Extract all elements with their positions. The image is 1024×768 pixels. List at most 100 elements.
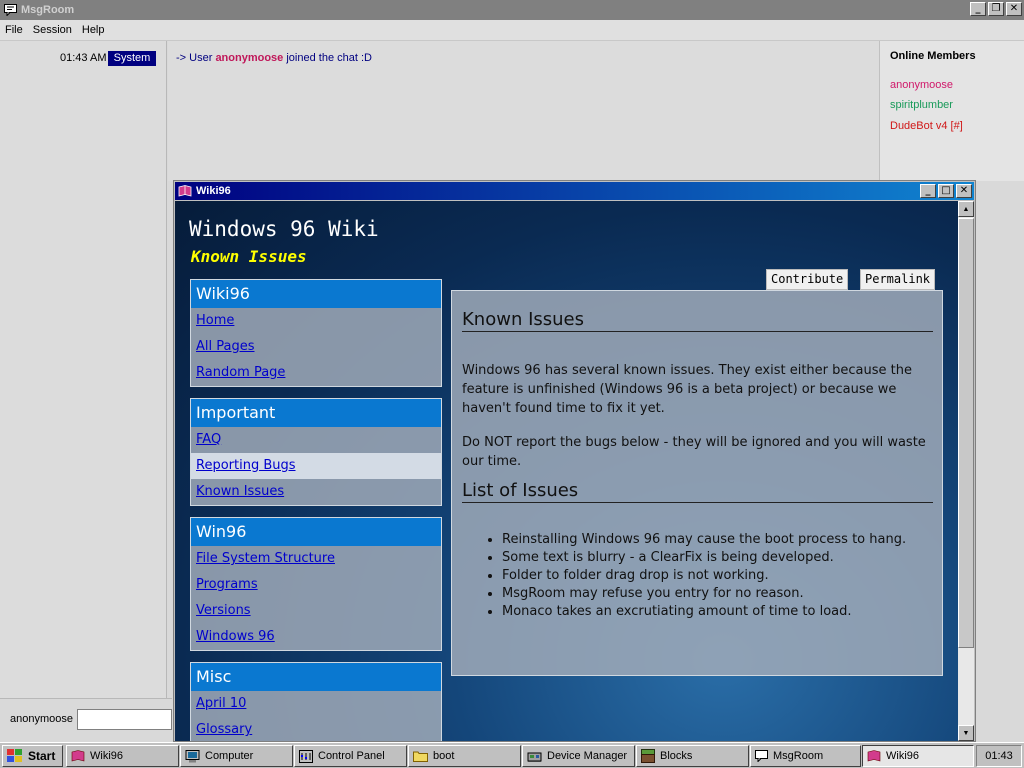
nav-link-random-page[interactable]: Random Page — [191, 360, 441, 386]
maximize-button[interactable]: ❐ — [988, 2, 1004, 16]
nav-link-programs[interactable]: Programs — [191, 572, 441, 598]
control-panel-icon — [299, 749, 313, 763]
close-button[interactable]: ✕ — [1006, 2, 1022, 16]
taskbar-clock: 01:43 — [976, 745, 1022, 767]
online-members-panel: Online Members anonymoose spiritplumber … — [879, 41, 1024, 181]
start-button[interactable]: Start — [2, 745, 63, 767]
wiki96-titlebar[interactable]: Wiki96 _ □ ✕ — [175, 182, 974, 200]
taskbar-item-label: MsgRoom — [773, 750, 824, 762]
blocks-icon — [641, 749, 655, 763]
wiki96-window: Wiki96 _ □ ✕ Windows 96 Wiki Known Issue… — [173, 180, 976, 742]
message-prefix: -> User — [176, 52, 213, 64]
wiki-content: Windows 96 Wiki Known Issues Wiki96 Home… — [175, 201, 958, 741]
taskbar-item-label: Wiki96 — [90, 750, 124, 762]
nav-link-versions[interactable]: Versions — [191, 598, 441, 624]
scroll-thumb[interactable] — [958, 218, 974, 648]
article-intro: Windows 96 has several known issues. The… — [462, 363, 912, 416]
site-title: Windows 96 Wiki — [189, 217, 379, 241]
minimize-button[interactable]: _ — [920, 184, 936, 198]
system-badge: System — [108, 51, 156, 66]
msgroom-titlebar[interactable]: MsgRoom _ ❐ ✕ — [0, 0, 1024, 20]
member-anonymoose[interactable]: anonymoose — [890, 79, 953, 91]
member-spiritplumber[interactable]: spiritplumber — [890, 99, 953, 111]
issue-item: Some text is blurry - a ClearFix is bein… — [502, 549, 932, 567]
computer-icon — [185, 749, 200, 763]
member-dudebot[interactable]: DudeBot v4 [#] — [890, 120, 963, 132]
nav-link-file-system-structure[interactable]: File System Structure — [191, 546, 441, 572]
issues-list: Reinstalling Windows 96 may cause the bo… — [462, 531, 932, 621]
scroll-down-arrow-icon[interactable]: ▼ — [958, 725, 974, 741]
menu-file[interactable]: File — [0, 24, 28, 36]
scroll-up-arrow-icon[interactable]: ▲ — [958, 201, 974, 217]
nav-box-important: Important FAQ Reporting Bugs Known Issue… — [190, 398, 442, 506]
taskbar-item-label: Blocks — [660, 750, 693, 762]
taskbar-item-msgroom[interactable]: MsgRoom — [750, 745, 861, 767]
message-meta-column: 01:43 AM System — [0, 41, 167, 698]
chat-bubble-icon — [755, 750, 768, 762]
book-icon — [178, 185, 192, 197]
msgroom-menubar: File Session Help — [0, 20, 1024, 41]
message-log: -> User anonymoose joined the chat :D — [168, 41, 879, 181]
msgroom-title: MsgRoom — [21, 4, 75, 16]
message-suffix: joined the chat :D — [286, 52, 372, 64]
nav-box-header: Win96 — [191, 518, 441, 546]
issues-heading: List of Issues — [462, 480, 933, 503]
folder-icon — [413, 750, 428, 762]
taskbar-item-label: Wiki96 — [886, 750, 920, 762]
close-button[interactable]: ✕ — [956, 184, 972, 198]
nav-box-header: Important — [191, 399, 441, 427]
article-warning: Do NOT report the bugs below - they will… — [462, 435, 926, 469]
nav-box-wiki96: Wiki96 Home All Pages Random Page — [190, 279, 442, 387]
message-input[interactable] — [77, 709, 172, 730]
maximize-button[interactable]: □ — [938, 184, 954, 198]
nav-link-glossary[interactable]: Glossary — [191, 717, 441, 741]
start-label: Start — [28, 749, 56, 763]
chat-bubble-icon — [4, 4, 17, 16]
online-members-header: Online Members — [890, 50, 976, 62]
taskbar-item-computer[interactable]: Computer — [180, 745, 293, 767]
nav-link-all-pages[interactable]: All Pages — [191, 334, 441, 360]
menu-session[interactable]: Session — [28, 24, 77, 36]
nav-link-april-10[interactable]: April 10 — [191, 691, 441, 717]
contribute-button[interactable]: Contribute — [766, 269, 849, 290]
message-timestamp: 01:43 AM — [60, 52, 107, 64]
issue-item: Monaco takes an excrutiating amount of t… — [502, 603, 932, 621]
nav-link-windows-96[interactable]: Windows 96 — [191, 624, 441, 650]
page-subtitle: Known Issues — [191, 247, 307, 266]
nav-box-misc: Misc April 10 Glossary — [190, 662, 442, 741]
issue-item: Reinstalling Windows 96 may cause the bo… — [502, 531, 932, 549]
taskbar-item-control-panel[interactable]: Control Panel — [294, 745, 407, 767]
taskbar-item-device-manager[interactable]: Device Manager — [522, 745, 635, 767]
message-username: anonymoose — [215, 52, 284, 64]
nickname-label: anonymoose — [10, 713, 73, 725]
nav-box-win96: Win96 File System Structure Programs Ver… — [190, 517, 442, 651]
nav-box-header: Misc — [191, 663, 441, 691]
wiki96-window-title: Wiki96 — [196, 185, 231, 197]
nav-link-reporting-bugs[interactable]: Reporting Bugs — [191, 453, 441, 479]
message-line: -> User anonymoose joined the chat :D — [176, 52, 372, 64]
book-icon — [71, 750, 85, 762]
vertical-scrollbar[interactable]: ▲ ▼ — [958, 201, 974, 741]
nav-link-known-issues[interactable]: Known Issues — [191, 479, 441, 505]
taskbar-item-label: boot — [433, 750, 455, 762]
book-icon — [867, 750, 881, 762]
nav-link-faq[interactable]: FAQ — [191, 427, 441, 453]
windows-logo-icon — [7, 749, 23, 763]
taskbar-item-blocks[interactable]: Blocks — [636, 745, 749, 767]
article-panel: Known Issues Windows 96 has several know… — [451, 290, 943, 676]
taskbar-item-wiki96[interactable]: Wiki96 — [66, 745, 179, 767]
nav-box-header: Wiki96 — [191, 280, 441, 308]
permalink-button[interactable]: Permalink — [860, 269, 936, 290]
taskbar-item-label: Device Manager — [547, 750, 628, 762]
taskbar-item-label: Control Panel — [318, 750, 385, 762]
issue-item: Folder to folder drag drop is not workin… — [502, 567, 932, 585]
menu-help[interactable]: Help — [77, 24, 110, 36]
minimize-button[interactable]: _ — [970, 2, 986, 16]
taskbar-item-boot[interactable]: boot — [408, 745, 521, 767]
taskbar: Start Wiki96 Computer Control Panel boot… — [0, 742, 1024, 768]
nav-link-home[interactable]: Home — [191, 308, 441, 334]
article-heading: Known Issues — [462, 309, 933, 332]
issue-item: MsgRoom may refuse you entry for no reas… — [502, 585, 932, 603]
taskbar-item-wiki96-active[interactable]: Wiki96 — [862, 745, 974, 767]
device-manager-icon — [527, 750, 542, 763]
